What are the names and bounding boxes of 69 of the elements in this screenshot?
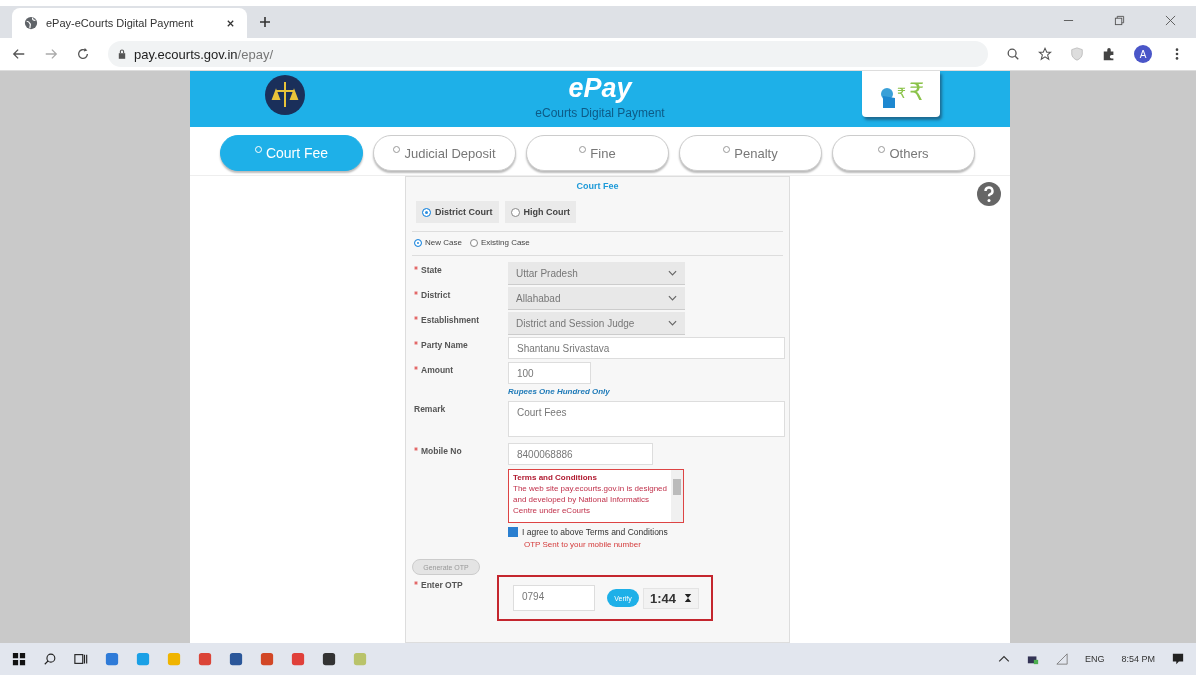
chevron-down-icon bbox=[668, 295, 677, 301]
url-text: pay.ecourts.gov.in/epay/ bbox=[134, 46, 273, 62]
dropdown[interactable]: District and Session Judge bbox=[508, 312, 685, 335]
address-bar[interactable]: pay.ecourts.gov.in/epay/ bbox=[108, 41, 988, 67]
language-indicator[interactable]: ENG bbox=[1084, 654, 1105, 664]
chevron-down-icon bbox=[668, 270, 677, 276]
browser-tab[interactable]: ePay-eCourts Digital Payment bbox=[12, 8, 247, 38]
notification-icon[interactable] bbox=[1172, 653, 1184, 665]
globe-icon bbox=[24, 16, 38, 30]
lock-icon bbox=[118, 49, 126, 59]
otp-notice: OTP Sent to your mobile number bbox=[523, 540, 642, 549]
windows-start-icon[interactable] bbox=[12, 652, 26, 666]
field-label: Remark bbox=[414, 403, 446, 414]
clock[interactable]: 8:54 PM bbox=[1121, 654, 1155, 664]
chevron-down-icon bbox=[668, 320, 677, 326]
field-label: Amount bbox=[421, 364, 454, 375]
field-label: Enter OTP bbox=[421, 579, 463, 590]
taskbar-app-icon[interactable] bbox=[322, 652, 336, 666]
court-radio[interactable]: High Court bbox=[504, 201, 576, 223]
task-view-icon[interactable] bbox=[74, 652, 88, 666]
reload-icon[interactable] bbox=[76, 47, 90, 61]
agree-checkbox[interactable]: I agree to above Terms and Conditions bbox=[412, 527, 783, 537]
search-icon[interactable] bbox=[43, 652, 57, 666]
amount-in-words: Rupees One Hundred Only bbox=[508, 387, 611, 396]
wifi-icon[interactable] bbox=[1055, 653, 1068, 665]
field-label: State bbox=[421, 264, 442, 275]
search-icon[interactable] bbox=[1006, 47, 1020, 61]
field-label: District bbox=[421, 289, 451, 300]
court-radio[interactable]: District Court bbox=[416, 201, 499, 223]
payment-tab[interactable]: Fine bbox=[526, 135, 669, 171]
profile-avatar[interactable]: A bbox=[1134, 45, 1152, 63]
close-icon[interactable] bbox=[226, 18, 235, 28]
back-icon[interactable] bbox=[12, 47, 26, 61]
help-icon[interactable] bbox=[977, 182, 1001, 206]
form-title: Court Fee bbox=[575, 181, 620, 191]
required-icon bbox=[414, 581, 418, 585]
caret-up-icon[interactable] bbox=[997, 653, 1010, 665]
site-title: ePay bbox=[568, 73, 632, 104]
case-radio[interactable]: New Case bbox=[414, 238, 462, 247]
payment-tab[interactable]: Others bbox=[832, 135, 975, 171]
remark-field[interactable]: Court Fees bbox=[508, 401, 785, 437]
scrollbar[interactable] bbox=[671, 470, 683, 522]
dropdown[interactable]: Uttar Pradesh bbox=[508, 262, 685, 285]
payment-tab[interactable]: Court Fee bbox=[220, 135, 363, 171]
timer-text: 1:44 bbox=[650, 590, 677, 606]
network-icon[interactable] bbox=[1026, 653, 1039, 665]
restore-icon[interactable] bbox=[1114, 15, 1125, 26]
field-label: Party Name bbox=[421, 339, 468, 350]
input-field[interactable]: 8400068886 bbox=[508, 443, 653, 465]
field-label: Establishment bbox=[421, 314, 480, 325]
field-label: Mobile No bbox=[421, 445, 462, 456]
tab-title: ePay-eCourts Digital Payment bbox=[46, 17, 195, 29]
terms-title: Terms and Conditions bbox=[513, 472, 598, 483]
payment-tab[interactable]: Penalty bbox=[679, 135, 822, 171]
new-tab-icon[interactable] bbox=[259, 16, 271, 28]
payment-logo: ₹₹ bbox=[862, 71, 940, 117]
otp-field[interactable]: 0794 bbox=[513, 585, 595, 611]
hourglass-icon bbox=[684, 593, 693, 603]
terms-text: The web site pay.ecourts.gov.in is designed and developed by National Informatics Centre under eCourts bbox=[513, 483, 667, 516]
puzzle-icon[interactable] bbox=[1102, 47, 1116, 61]
input-field[interactable]: 100 bbox=[508, 362, 591, 384]
star-icon[interactable] bbox=[1038, 47, 1052, 61]
site-subtitle: eCourts Digital Payment bbox=[534, 106, 666, 120]
case-radio[interactable]: Existing Case bbox=[469, 238, 530, 247]
payment-tab[interactable]: Judicial Deposit bbox=[373, 135, 516, 171]
dropdown[interactable]: Allahabad bbox=[508, 287, 685, 310]
emblem-icon bbox=[265, 75, 305, 115]
input-field[interactable]: Shantanu Srivastava bbox=[508, 337, 785, 359]
taskbar-app-icon[interactable] bbox=[229, 652, 243, 666]
